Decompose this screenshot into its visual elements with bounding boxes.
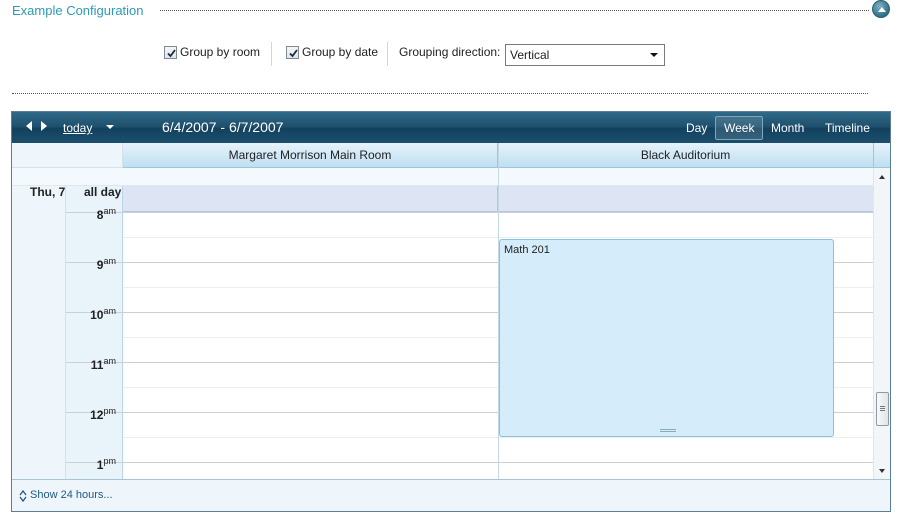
resource-header-margaret-morrison: Margaret Morrison Main Room	[123, 143, 498, 168]
hour-label: 10am	[90, 306, 116, 322]
time-column	[66, 186, 123, 479]
next-arrow-icon[interactable]	[41, 121, 47, 131]
all-day-cell[interactable]	[498, 186, 873, 212]
group-by-room-checkbox[interactable]	[164, 45, 177, 59]
option-separator	[271, 42, 272, 66]
show-24-hours-link[interactable]: Show 24 hours...	[30, 489, 113, 501]
resource-header-filler	[873, 143, 890, 168]
hour-label: 1pm	[96, 456, 116, 472]
hour-label: 12pm	[90, 406, 116, 422]
resize-handle-icon[interactable]	[660, 429, 676, 432]
scheduler: today 6/4/2007 - 6/7/2007 Day Week Month…	[11, 111, 891, 512]
group-by-room-label: Group by room	[180, 45, 261, 59]
grouping-direction-value: Vertical	[510, 48, 550, 62]
all-day-label: all day	[84, 185, 122, 199]
all-day-cell[interactable]	[123, 186, 498, 212]
scroll-up-icon[interactable]	[879, 175, 885, 179]
hour-line	[66, 212, 873, 213]
today-link[interactable]: today	[63, 121, 92, 135]
appointment-title: Math 201	[504, 244, 550, 256]
scrollbar-thumb[interactable]	[876, 392, 889, 426]
hour-label: 8am	[96, 206, 116, 222]
date-range: 6/4/2007 - 6/7/2007	[162, 119, 284, 135]
collapse-up-icon[interactable]	[872, 0, 890, 18]
chevron-down-icon	[650, 53, 658, 57]
day-label: Thu, 7	[30, 185, 66, 199]
header-gap	[12, 168, 123, 186]
view-timeline-button[interactable]: Timeline	[825, 121, 870, 135]
option-separator	[387, 42, 388, 66]
group-by-date-checkbox[interactable]	[286, 45, 299, 59]
hour-line	[66, 462, 873, 463]
scheduler-toolbar: today 6/4/2007 - 6/7/2007 Day Week Month…	[12, 112, 890, 143]
previous-arrow-icon[interactable]	[26, 121, 32, 131]
group-by-room-option[interactable]: Group by room	[164, 45, 260, 59]
config-title: Example Configuration	[12, 3, 144, 18]
hour-label: 9am	[96, 256, 116, 272]
resource-header-black-auditorium: Black Auditorium	[498, 143, 873, 168]
header-corner	[12, 143, 123, 168]
expand-updown-icon[interactable]	[19, 490, 27, 502]
scroll-down-icon[interactable]	[879, 469, 885, 473]
scheduler-footer: Show 24 hours...	[12, 479, 890, 511]
view-week-button[interactable]: Week	[715, 116, 764, 140]
vertical-scrollbar[interactable]	[873, 168, 890, 479]
group-by-date-label: Group by date	[302, 45, 379, 59]
day-column	[12, 186, 66, 479]
appointment-math-201[interactable]: Math 201	[499, 239, 834, 437]
grouping-direction-select[interactable]: Vertical	[505, 44, 665, 66]
view-month-button[interactable]: Month	[771, 121, 804, 135]
calendar-dropdown-icon[interactable]	[106, 125, 114, 129]
config-divider	[160, 10, 869, 11]
hour-label: 11am	[90, 356, 116, 372]
grouping-direction-label: Grouping direction:	[399, 45, 501, 59]
config-bottom-divider	[12, 93, 868, 94]
view-day-button[interactable]: Day	[686, 121, 707, 135]
group-by-date-option[interactable]: Group by date	[286, 45, 378, 59]
